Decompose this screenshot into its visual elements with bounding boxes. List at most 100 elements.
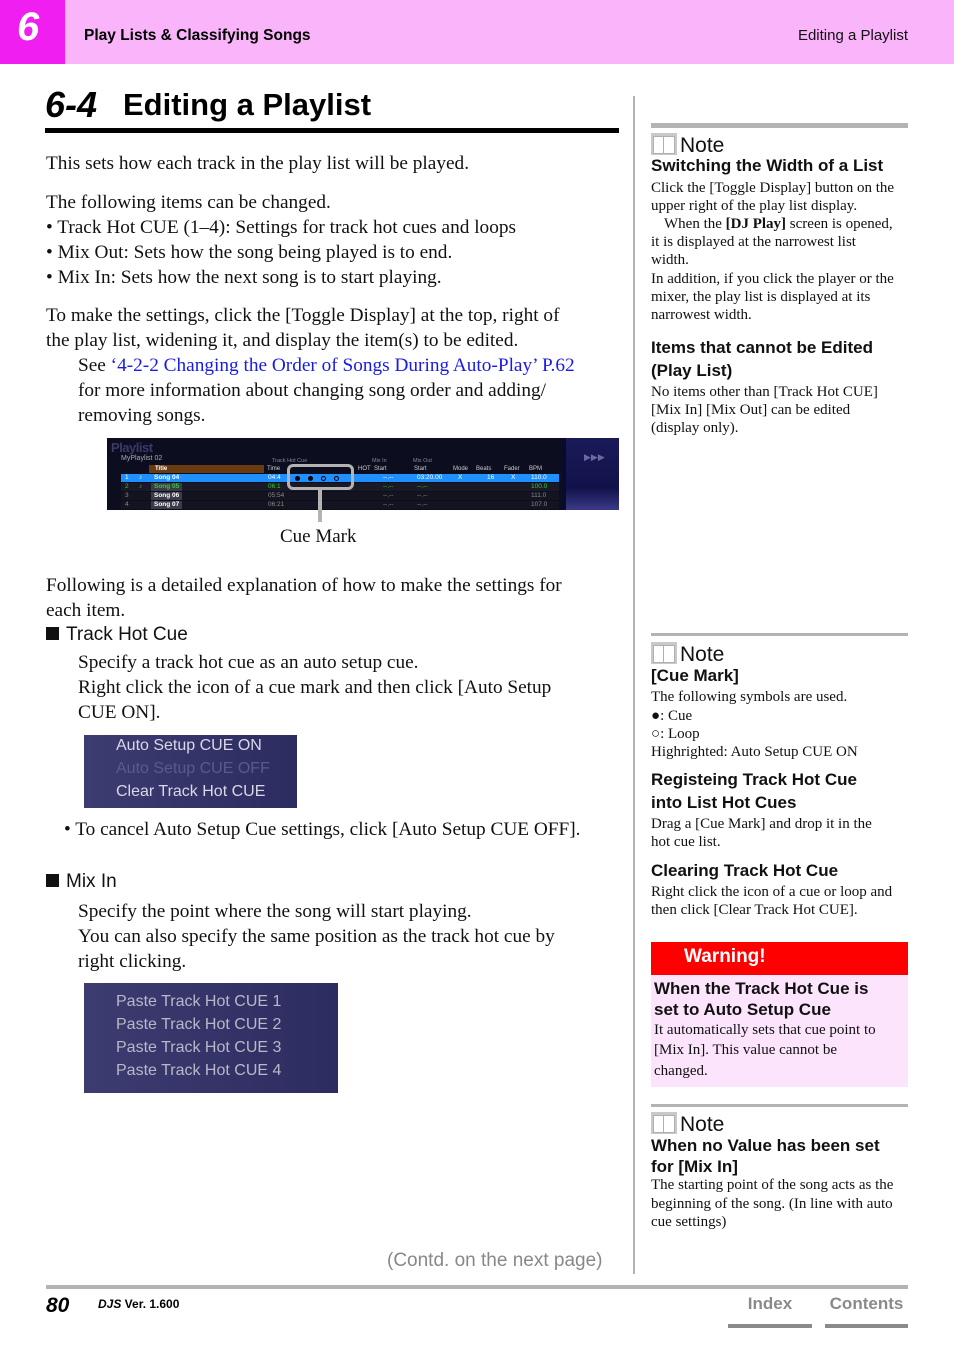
- group-header-mix-out: Mix Out: [413, 458, 432, 464]
- fader[interactable]: X: [511, 474, 515, 482]
- section-heading-mix-in: Mix In: [46, 871, 117, 893]
- note-subheading: When no Value has been set: [651, 1136, 880, 1155]
- note-text: cue settings): [651, 1214, 727, 1230]
- loop-circle-icon: ○: [651, 726, 661, 742]
- text-fragment: screen is opened,: [786, 216, 893, 232]
- menu-item-auto-setup-cue-off[interactable]: Auto Setup CUE OFF: [116, 760, 270, 778]
- mix-out-start[interactable]: 03:20.00: [417, 474, 442, 482]
- mix-in-text-1: Specify the point where the song will st…: [78, 901, 472, 922]
- note-text: then click [Clear Track Hot CUE].: [651, 902, 858, 918]
- song-time: 04:4: [268, 474, 281, 481]
- warning-text: It automatically sets that cue point to: [654, 1022, 876, 1038]
- mix-in-start[interactable]: --.--: [383, 474, 393, 482]
- detail-text-1: Following is a detailed explanation of h…: [46, 575, 562, 596]
- menu-item-paste-hot-cue-2[interactable]: Paste Track Hot CUE 2: [116, 1016, 281, 1034]
- cross-reference-link[interactable]: ‘4-2-2 Changing the Order of Songs Durin…: [111, 355, 575, 376]
- square-bullet-icon: [46, 627, 59, 640]
- table-row[interactable]: 4 Song 07 06:21 --.-- --.-- 107.0: [121, 501, 559, 509]
- note-text: In addition, if you click the player or …: [651, 271, 894, 287]
- mix-out-start[interactable]: --.--: [417, 501, 427, 509]
- beats[interactable]: 16: [487, 474, 494, 482]
- warning-heading: When the Track Hot Cue is: [654, 979, 869, 998]
- footer-rule: [46, 1285, 908, 1289]
- bpm: 107.0: [531, 501, 548, 508]
- note-text: Highrighted: Auto Setup CUE ON: [651, 744, 858, 760]
- text-fragment: : Cue: [660, 708, 693, 724]
- section-title: Editing a Playlist: [797, 27, 908, 44]
- title-underline: [45, 128, 619, 133]
- chapter-number: 6: [17, 5, 40, 49]
- see-prefix: See: [78, 355, 111, 376]
- column-header[interactable]: Fader: [504, 465, 520, 473]
- index-link[interactable]: Index: [728, 1294, 812, 1328]
- version-label: DJS Ver. 1.600: [98, 1297, 179, 1311]
- cue-mark-label: Cue Mark: [280, 526, 357, 547]
- note-text: upper right of the play list display.: [651, 198, 858, 214]
- menu-item-clear-track-hot-cue[interactable]: Clear Track Hot CUE: [116, 783, 265, 801]
- see-text-2: for more information about changing song…: [78, 380, 546, 401]
- mix-in-start[interactable]: --.--: [383, 483, 393, 491]
- note-text: Click the [Toggle Display] button on the: [651, 180, 895, 196]
- mix-out-start[interactable]: --.--: [417, 492, 427, 500]
- note-subheading: Items that cannot be Edited: [651, 338, 873, 357]
- book-icon: [651, 133, 677, 155]
- note-label: Note: [680, 643, 725, 666]
- note-text: mixer, the play list is displayed at its: [651, 289, 871, 305]
- square-bullet-icon: [46, 874, 59, 887]
- menu-item-auto-setup-cue-on[interactable]: Auto Setup CUE ON: [116, 737, 262, 755]
- song-time: 06:21: [268, 501, 285, 508]
- column-header[interactable]: Time: [267, 465, 280, 473]
- menu-item-paste-hot-cue-4[interactable]: Paste Track Hot CUE 4: [116, 1062, 281, 1080]
- table-row[interactable]: 3 Song 06 05:54 --.-- --.-- 111.0: [121, 492, 559, 500]
- contents-link[interactable]: Contents: [825, 1294, 908, 1328]
- menu-item-paste-hot-cue-1[interactable]: Paste Track Hot CUE 1: [116, 993, 281, 1011]
- cue-mark-callout-line: [318, 490, 322, 522]
- settings-text-1: To make the settings, click the [Toggle …: [46, 305, 560, 326]
- song-title: Song 04: [154, 474, 180, 481]
- chapter-title: Play Lists & Classifying Songs: [84, 27, 311, 44]
- row-number: 4: [125, 501, 129, 508]
- mix-in-text-3: right clicking.: [78, 951, 187, 972]
- row-number: 1: [125, 474, 129, 481]
- column-header[interactable]: Mode: [453, 465, 468, 473]
- page-header: 6 Play Lists & Classifying Songs Editing…: [0, 0, 954, 64]
- loop-symbol-line: ○: Loop: [651, 725, 911, 743]
- list-item: • Mix Out: Sets how the song being playe…: [46, 242, 453, 263]
- column-header[interactable]: HOT: [358, 465, 371, 473]
- column-header[interactable]: Beats: [476, 465, 491, 473]
- warning-text: [Mix In]. This value cannot be: [654, 1042, 838, 1058]
- warning-text: changed.: [654, 1063, 708, 1079]
- column-header[interactable]: BPM: [529, 465, 542, 473]
- text-fragment: When the: [664, 216, 726, 232]
- detail-text-2: each item.: [46, 600, 126, 621]
- note-subheading: into List Hot Cues: [651, 793, 797, 812]
- mode[interactable]: X: [458, 474, 462, 482]
- player-controls-strip: ▶▶▶: [566, 438, 619, 510]
- version-number: Ver. 1.600: [121, 1297, 180, 1311]
- mix-out-start[interactable]: --.--: [417, 483, 427, 491]
- track-hot-cue-text-2: Right click the icon of a cue mark and t…: [78, 677, 552, 698]
- note-text: [Mix In] [Mix Out] can be edited: [651, 402, 851, 418]
- dj-play-label: [DJ Play]: [725, 216, 787, 232]
- index-underline: [728, 1324, 812, 1328]
- settings-text-2: the play list, widening it, and display …: [46, 330, 519, 351]
- column-header[interactable]: Start: [374, 465, 387, 473]
- mix-in-start[interactable]: --.--: [383, 492, 393, 500]
- column-header[interactable]: Start: [414, 465, 427, 473]
- note-text: width.: [651, 252, 689, 268]
- fast-forward-icon[interactable]: ▶▶▶: [584, 452, 605, 463]
- heading-text: Mix In: [66, 871, 117, 892]
- track-hot-cue-text-3: CUE ON].: [78, 702, 161, 723]
- column-header[interactable]: Title: [149, 465, 264, 473]
- note-subheading: Registeing Track Hot Cue: [651, 770, 857, 789]
- note-subheading: for [Mix In]: [651, 1157, 738, 1176]
- menu-item-paste-hot-cue-3[interactable]: Paste Track Hot CUE 3: [116, 1039, 281, 1057]
- note-text: When the [DJ Play] screen is opened,: [664, 215, 924, 233]
- note-divider: [651, 1104, 908, 1107]
- note-text: (display only).: [651, 420, 739, 436]
- note-text: Drag a [Cue Mark] and drop it in the: [651, 816, 872, 832]
- mix-in-start[interactable]: --.--: [383, 501, 393, 509]
- auto-setup-context-menu: Auto Setup CUE ON Auto Setup CUE OFF Cle…: [84, 735, 297, 808]
- contents-underline: [825, 1324, 908, 1328]
- note-heading: Note: [651, 1109, 724, 1137]
